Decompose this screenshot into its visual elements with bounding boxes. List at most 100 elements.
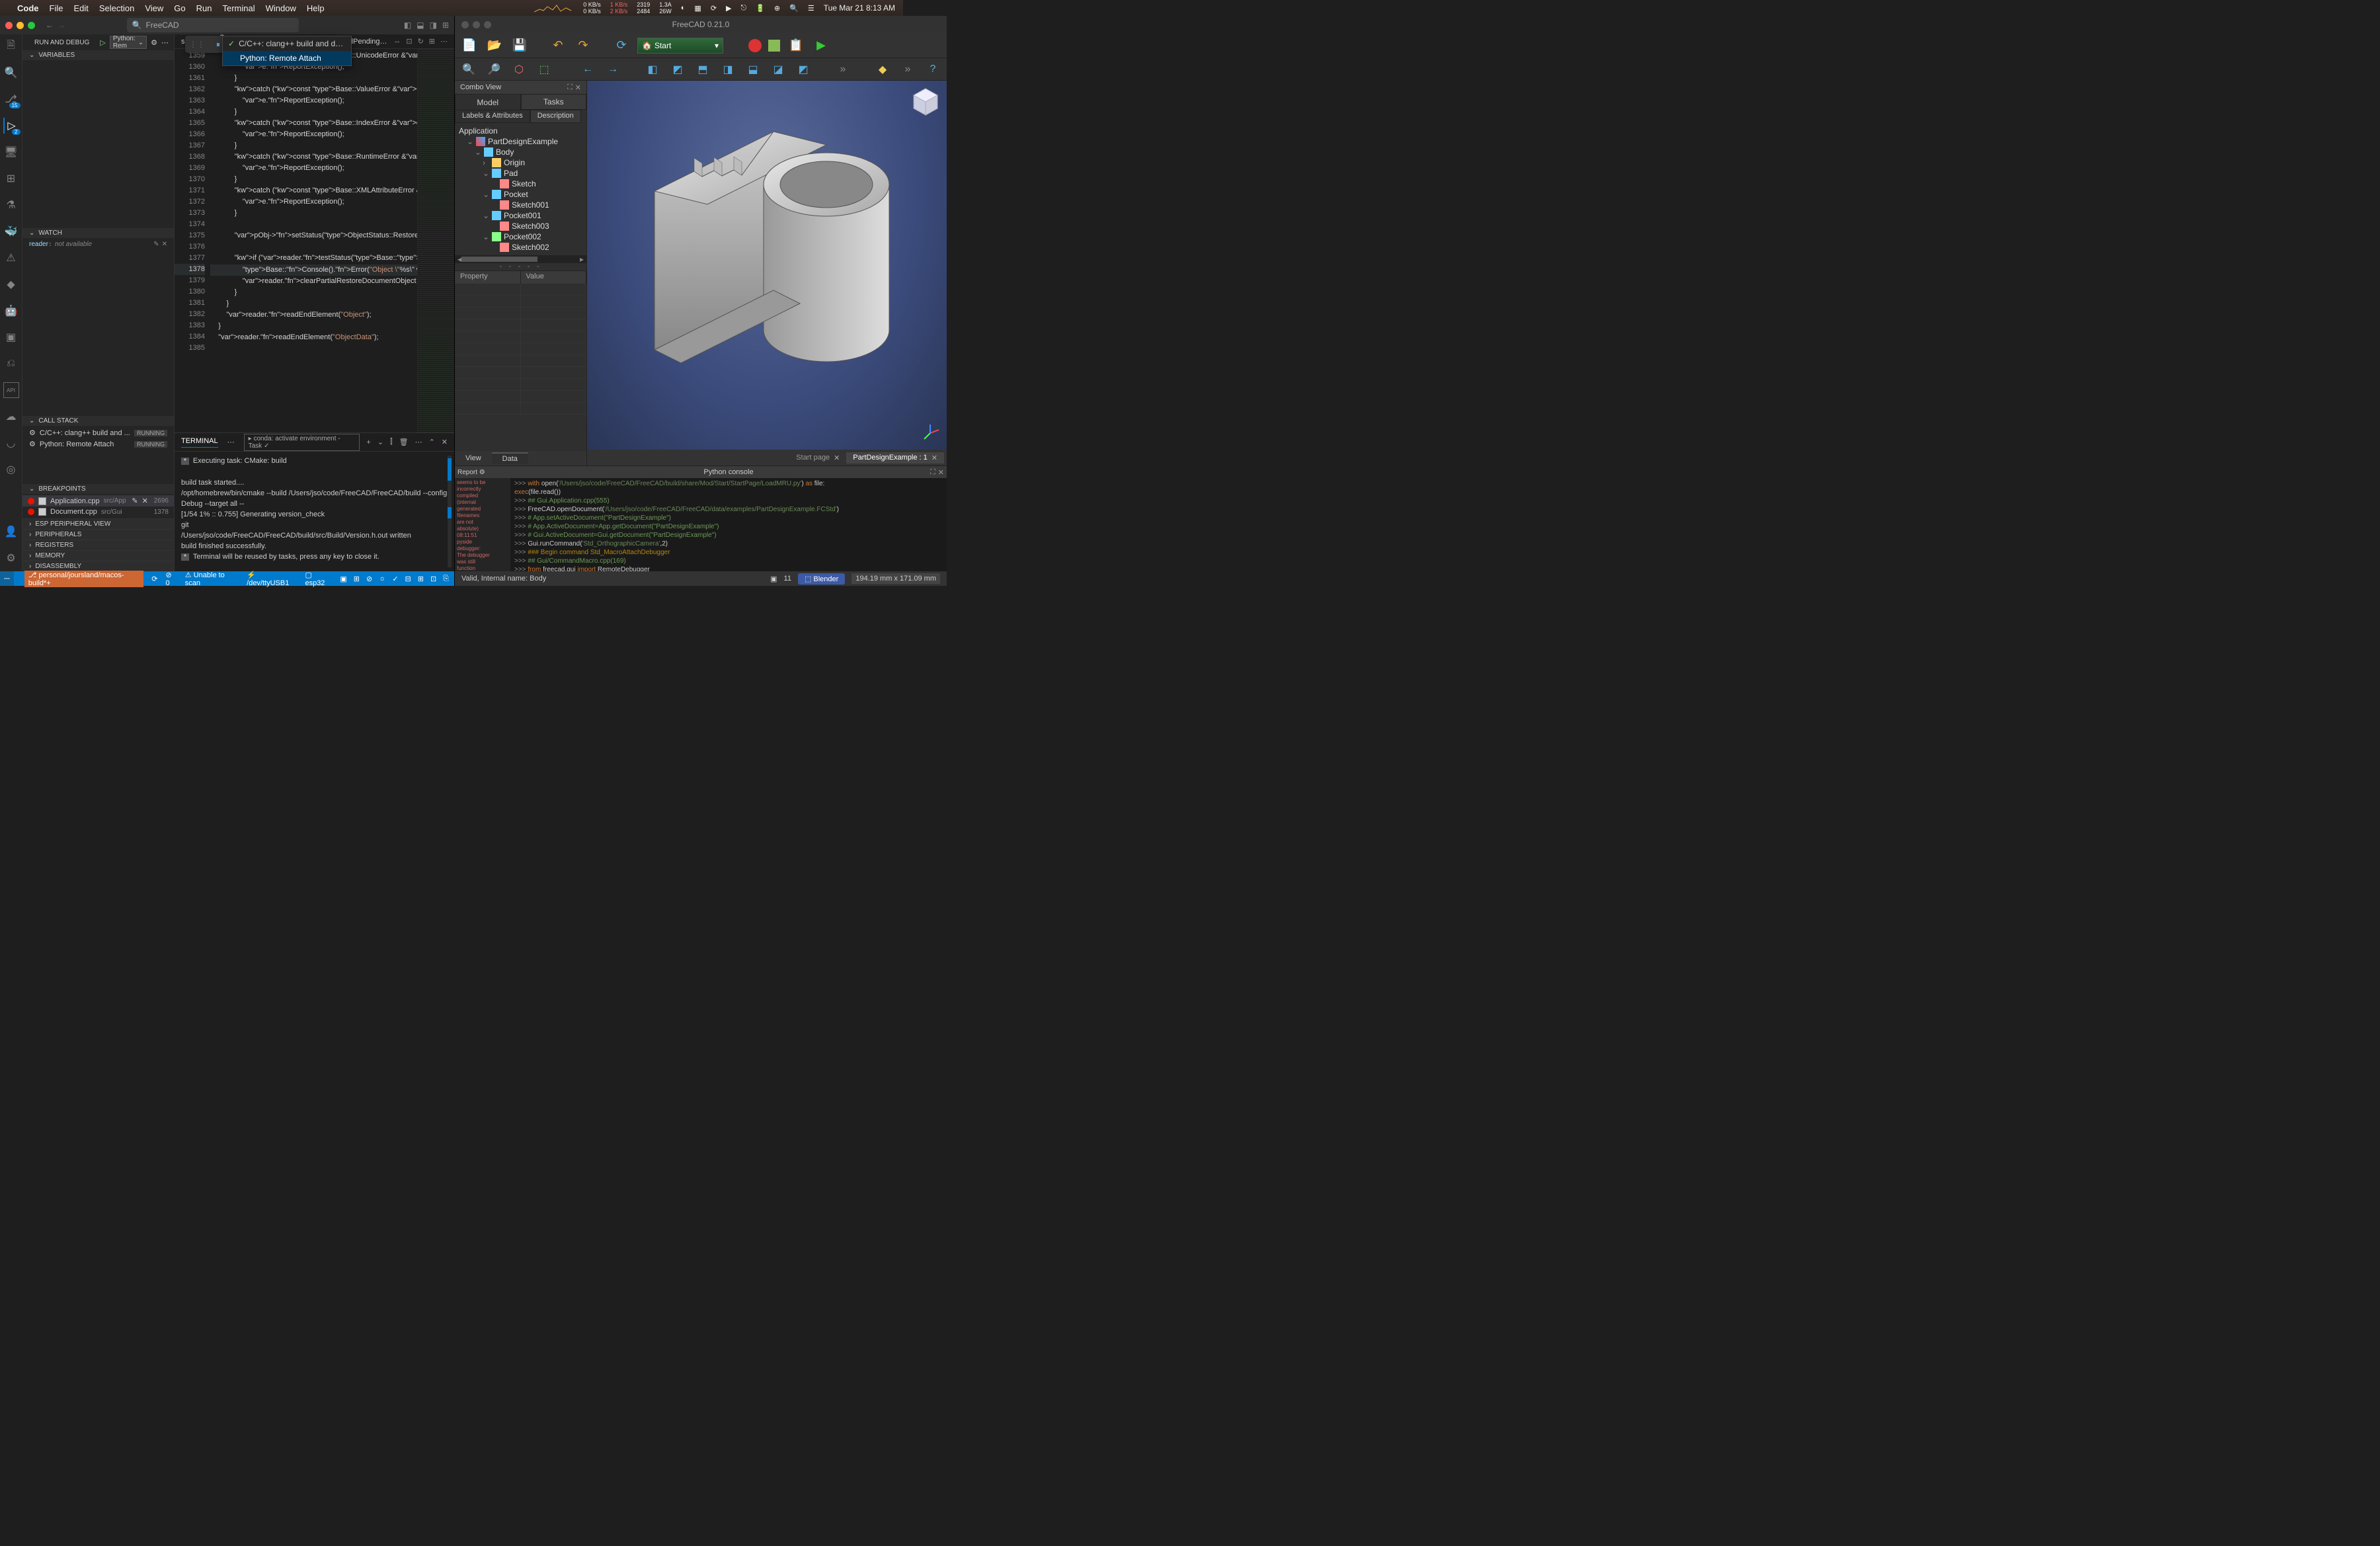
whats-this-icon[interactable]: ? bbox=[924, 61, 941, 78]
chip-target[interactable]: ▢ esp32 bbox=[305, 571, 332, 587]
terminal-output[interactable]: *Executing task: CMake: build build task… bbox=[175, 452, 454, 571]
nav-back-icon[interactable]: ← bbox=[579, 61, 596, 78]
breakpoint-checkbox[interactable] bbox=[38, 497, 46, 505]
git-branch[interactable]: ⎇ personal/joursland/macos-build*+ bbox=[24, 571, 143, 587]
section-peripherals[interactable]: › PERIPHERALS bbox=[22, 529, 174, 540]
task-dropdown[interactable]: ▸ conda: activate environment - Task ✓ bbox=[244, 434, 360, 451]
axis-gizmo-icon[interactable] bbox=[920, 423, 940, 443]
fit-selection-icon[interactable]: 🔎 bbox=[485, 61, 502, 78]
search-icon[interactable]: 🔍 bbox=[789, 4, 799, 13]
menu-help[interactable]: Help bbox=[307, 3, 325, 13]
maximize-panel-icon[interactable]: ⌃ bbox=[429, 438, 435, 446]
python-console-output[interactable]: >>> with open('/Users/jso/code/FreeCAD/F… bbox=[510, 478, 947, 571]
callstack-item[interactable]: ⚙ Python: Remote Attach RUNNING bbox=[22, 438, 174, 450]
editor-action-icon[interactable]: ↔ bbox=[393, 37, 401, 46]
status-icon[interactable]: ▶ bbox=[726, 4, 731, 13]
scm-icon[interactable]: ⎇15 bbox=[3, 91, 19, 107]
remote-explorer-icon[interactable]: 🖥 bbox=[3, 144, 19, 160]
gear-icon[interactable]: ⚙ bbox=[151, 38, 157, 47]
section-esp-peripheral[interactable]: › ESP PERIPHERAL VIEW bbox=[22, 518, 174, 529]
new-file-icon[interactable]: 📄 bbox=[460, 36, 479, 55]
subtab-labels[interactable]: Labels & Attributes bbox=[455, 110, 530, 123]
remote-indicator[interactable]: ⎓ bbox=[0, 571, 14, 586]
minimap[interactable] bbox=[417, 49, 454, 432]
bottom-view-icon[interactable]: ◪ bbox=[770, 61, 787, 78]
top-view-icon[interactable]: ⬒ bbox=[694, 61, 711, 78]
nav-forward-icon[interactable]: → bbox=[58, 20, 65, 30]
layout-sidebar-left-icon[interactable]: ◧ bbox=[404, 20, 411, 30]
edit-icon[interactable]: ✎ bbox=[153, 241, 159, 248]
watch-section[interactable]: ⌄ WATCH bbox=[22, 228, 174, 238]
more-icon[interactable]: » bbox=[899, 61, 916, 78]
navigation-cube[interactable] bbox=[910, 86, 941, 118]
nav-forward-icon[interactable]: → bbox=[604, 61, 621, 78]
refresh-icon[interactable]: ⟳ bbox=[612, 36, 631, 55]
gitlab-icon[interactable]: ◡ bbox=[3, 435, 19, 451]
subtab-description[interactable]: Description bbox=[530, 110, 581, 123]
settings-gear-icon[interactable]: ⚙ bbox=[3, 550, 19, 566]
terminal-more-icon[interactable]: ⋯ bbox=[415, 438, 422, 446]
tab-view[interactable]: View bbox=[455, 453, 492, 464]
docker-icon[interactable]: 🐳 bbox=[3, 224, 19, 239]
section-memory[interactable]: › MEMORY bbox=[22, 550, 174, 561]
cloud-icon[interactable]: ☁ bbox=[3, 409, 19, 425]
menu-terminal[interactable]: Terminal bbox=[223, 3, 255, 13]
tree-item-document[interactable]: ⌄PartDesignExample bbox=[459, 136, 582, 147]
report-view-output[interactable]: seems to beincorrectlycompiled(internalg… bbox=[455, 478, 510, 571]
bounding-box-icon[interactable]: ⬚ bbox=[536, 61, 553, 78]
statusbar-action-icon[interactable]: ☼ bbox=[379, 575, 385, 583]
tree-item[interactable]: Sketch001 bbox=[459, 200, 582, 210]
accounts-icon[interactable]: 👤 bbox=[3, 524, 19, 540]
front-view-icon[interactable]: ◩ bbox=[669, 61, 686, 78]
statusbar-action-icon[interactable]: ✓ bbox=[392, 575, 398, 583]
editor-action-icon[interactable]: ↻ bbox=[418, 37, 424, 46]
monitor-icon[interactable]: ▣ bbox=[3, 329, 19, 345]
status-icon[interactable]: ◐ bbox=[681, 4, 686, 12]
battery-icon[interactable]: 🔋 bbox=[756, 4, 765, 13]
tree-item[interactable]: ⌄Pocket001 bbox=[459, 210, 582, 221]
tree-item-application[interactable]: Application bbox=[459, 126, 582, 136]
macro-list-icon[interactable]: 📋 bbox=[787, 36, 805, 55]
tree-item[interactable]: ⌄Pocket bbox=[459, 189, 582, 200]
navigation-style-button[interactable]: ⬚ Blender bbox=[798, 573, 845, 585]
start-debug-icon[interactable]: ▷ bbox=[100, 38, 105, 47]
nav-back-icon[interactable]: ← bbox=[46, 20, 54, 30]
horizontal-scrollbar[interactable]: ◂▸ bbox=[455, 255, 586, 263]
run-debug-icon[interactable]: ▷2 bbox=[3, 118, 19, 134]
terminal-more-icon[interactable]: ⋯ bbox=[227, 438, 235, 446]
debug-config-dropdown[interactable]: Python: Rem⌄ bbox=[110, 36, 147, 49]
statusbar-action-icon[interactable]: ▣ bbox=[340, 575, 346, 583]
status-icon[interactable]: ⟳ bbox=[711, 4, 717, 13]
split-terminal-icon[interactable]: ⫿ bbox=[390, 438, 393, 446]
3d-viewport[interactable] bbox=[587, 81, 947, 450]
close-icon[interactable]: ✕ bbox=[834, 454, 840, 462]
breakpoint-checkbox[interactable] bbox=[38, 508, 46, 516]
azure-icon[interactable]: ◆ bbox=[3, 276, 19, 292]
watch-expression[interactable]: reader: not available ✎✕ bbox=[22, 239, 174, 249]
tree-item[interactable]: Sketch003 bbox=[459, 221, 582, 231]
window-controls[interactable] bbox=[461, 21, 491, 28]
fit-all-icon[interactable]: 🔍 bbox=[460, 61, 477, 78]
menu-file[interactable]: File bbox=[50, 3, 63, 13]
breakpoint-item[interactable]: Application.cpp src/App ✎ ✕ 2696 bbox=[22, 495, 174, 507]
terminal-tab[interactable]: TERMINAL bbox=[181, 437, 218, 448]
save-file-icon[interactable]: 💾 bbox=[510, 36, 529, 55]
property-grid[interactable] bbox=[455, 284, 586, 451]
right-view-icon[interactable]: ◨ bbox=[719, 61, 736, 78]
trash-icon[interactable]: 🗑 bbox=[399, 438, 409, 446]
more-icon[interactable]: ⋯ bbox=[161, 38, 169, 47]
tab-model[interactable]: Model bbox=[455, 94, 521, 110]
open-file-icon[interactable]: 📂 bbox=[485, 36, 504, 55]
model-tree[interactable]: Application ⌄PartDesignExample ⌄Body›Ori… bbox=[455, 123, 586, 255]
close-icon[interactable]: ✕ bbox=[142, 497, 148, 505]
3d-model[interactable] bbox=[628, 105, 906, 396]
command-center[interactable]: 🔍 FreeCAD bbox=[127, 18, 299, 32]
testing-icon[interactable]: ⚗ bbox=[3, 197, 19, 213]
robot-icon[interactable]: 🤖 bbox=[3, 303, 19, 319]
code-editor[interactable]: "kw">catch ("kw">const "type">Base::Unic… bbox=[210, 49, 417, 432]
close-icon[interactable]: ✕ bbox=[932, 454, 937, 462]
warning-icon[interactable]: ⚠ bbox=[3, 250, 19, 266]
messages-icon[interactable]: ▣ bbox=[770, 575, 777, 583]
tab-tasks[interactable]: Tasks bbox=[521, 94, 587, 110]
menu-go[interactable]: Go bbox=[174, 3, 185, 13]
